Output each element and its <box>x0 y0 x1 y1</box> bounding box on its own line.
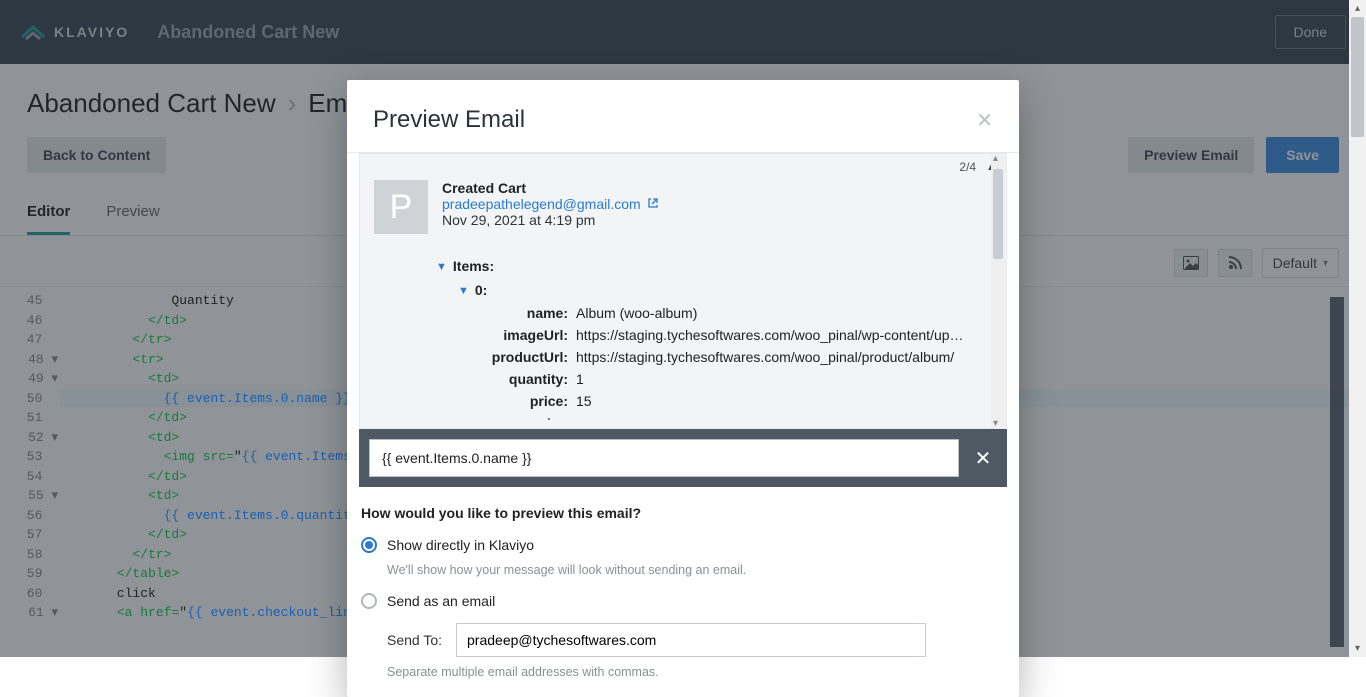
radio-icon <box>361 593 377 609</box>
tree-value: 15 <box>576 393 592 409</box>
preview-question: How would you like to preview this email… <box>361 505 1005 521</box>
event-email-link[interactable]: pradeepathelegend@gmail.com <box>442 196 659 212</box>
event-info: Created Cart pradeepathelegend@gmail.com… <box>442 180 659 234</box>
send-to-input[interactable] <box>456 623 926 657</box>
event-email-text: pradeepathelegend@gmail.com <box>442 196 641 212</box>
radio-send-email[interactable]: Send as an email <box>361 589 1005 613</box>
tree-key: price: <box>484 393 568 409</box>
send-to-row: Send To: <box>387 623 1005 657</box>
tree-value: https://staging.tychesoftwares.com/woo_p… <box>576 349 954 365</box>
tree-key: name: <box>484 305 568 321</box>
tree-key: productUrl: <box>484 349 568 365</box>
tree-value: Album (woo-album) <box>576 305 697 321</box>
expression-bar: ✕ <box>359 429 1007 487</box>
code-line[interactable]: {{ event.Items.0.name }} <box>70 389 367 409</box>
tree-value: woo-album <box>576 415 644 417</box>
tree-property-row[interactable]: productUrl: https://staging.tychesoftware… <box>436 346 1006 368</box>
scroll-thumb[interactable] <box>1351 17 1364 137</box>
scroll-down-icon[interactable]: ▾ <box>1349 640 1366 657</box>
tree-index-label: 0: <box>475 282 487 298</box>
panel-scroll-thumb[interactable] <box>993 169 1003 259</box>
preview-options: How would you like to preview this email… <box>347 487 1019 697</box>
tree-toggle-icon[interactable]: ▼ <box>458 285 469 297</box>
tree-items-label: Items: <box>453 258 494 274</box>
tree-key: quantity: <box>484 371 568 387</box>
send-to-help: Separate multiple email addresses with c… <box>387 665 1005 679</box>
radio-show-directly[interactable]: Show directly in Klaviyo <box>361 533 1005 557</box>
expression-input[interactable] <box>369 439 959 477</box>
event-counter: 2/4 <box>959 160 976 174</box>
radio-send-label: Send as an email <box>387 593 495 609</box>
tree-property-row[interactable]: quantity: 1 <box>436 368 1006 390</box>
code-line[interactable]: {{ event.Items.0.quantity <box>70 506 367 526</box>
event-pager: 2/4 ▲ <box>360 154 1006 174</box>
close-icon[interactable]: ✕ <box>976 108 993 133</box>
modal-title: Preview Email <box>373 106 525 134</box>
tree-property-row[interactable]: imageUrl: https://staging.tychesoftwares.… <box>436 324 1006 346</box>
tree-key: sku: <box>484 415 568 417</box>
radio-icon <box>361 537 377 553</box>
panel-scrollbar[interactable] <box>991 155 1005 427</box>
event-data-tree: ▼ Items: ▼ 0: name: Album (woo-album) imageU… <box>360 248 1006 428</box>
tree-property-row[interactable]: name: Album (woo-album) <box>436 302 1006 324</box>
event-date: Nov 29, 2021 at 4:19 pm <box>442 212 659 228</box>
window-scrollbar[interactable]: ▴ ▾ <box>1349 0 1366 657</box>
tree-key: imageUrl: <box>484 327 568 343</box>
preview-email-modal: Preview Email ✕ 2/4 ▲ P Created Cart pra… <box>347 80 1019 697</box>
radio-show-label: Show directly in Klaviyo <box>387 537 534 553</box>
event-preview-panel: 2/4 ▲ P Created Cart pradeepathelegend@g… <box>359 153 1007 429</box>
tree-value: https://staging.tychesoftwares.com/woo_p… <box>576 327 966 343</box>
modal-header: Preview Email ✕ <box>347 80 1019 153</box>
show-directly-note: We'll show how your message will look wi… <box>387 563 1005 577</box>
tree-toggle-icon[interactable]: ▼ <box>436 261 447 273</box>
scroll-up-icon[interactable]: ▴ <box>1349 0 1366 17</box>
tree-property-row[interactable]: price: 15 <box>436 390 1006 412</box>
code-line[interactable]: <img src="{{ event.Items.0 <box>70 447 367 467</box>
event-name: Created Cart <box>442 180 659 196</box>
code-line[interactable]: <a href="{{ event.checkout_link <box>70 603 367 623</box>
external-link-icon <box>647 197 659 212</box>
tree-value: 1 <box>576 371 584 387</box>
send-to-label: Send To: <box>387 632 442 648</box>
tree-property-row[interactable]: sku: woo-album <box>436 412 1006 420</box>
expression-clear-icon[interactable]: ✕ <box>969 446 997 471</box>
avatar: P <box>374 180 428 234</box>
